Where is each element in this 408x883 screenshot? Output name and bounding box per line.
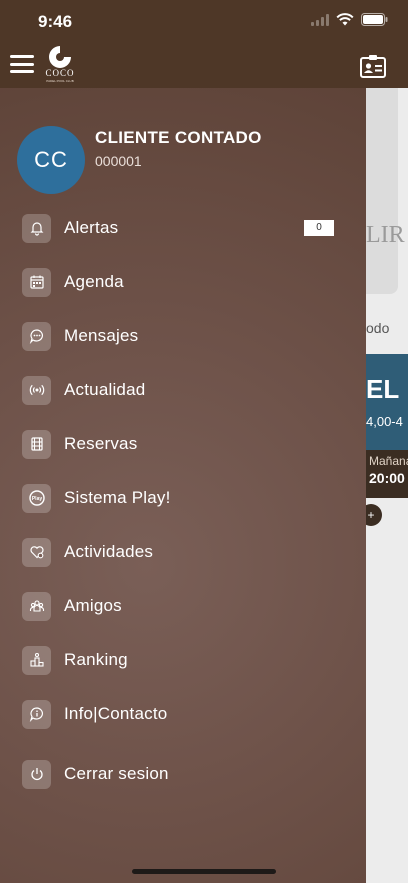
- add-player-button[interactable]: +: [366, 504, 382, 526]
- podium-icon: [22, 645, 51, 675]
- status-icons: [311, 13, 388, 26]
- chat-icon: [22, 321, 51, 351]
- power-icon: [22, 759, 51, 789]
- menu-item-label: Actividades: [64, 542, 154, 561]
- menu-item-label: Mensajes: [64, 326, 139, 345]
- group-icon: [22, 591, 51, 621]
- menu-item-sistema-play[interactable]: Play Sistema Play!: [0, 478, 366, 518]
- user-name: CLIENTE CONTADO: [95, 128, 262, 147]
- event-title: EL: [366, 374, 400, 404]
- broadcast-icon: [22, 375, 51, 405]
- background-period-text: odo: [366, 320, 390, 336]
- menu-item-actividades[interactable]: Actividades: [0, 532, 366, 572]
- menu-item-label: Amigos: [64, 596, 122, 615]
- background-event-card[interactable]: EL 4,00-4 Mañana 20:00: [366, 354, 408, 498]
- menu-item-label: Info|Contacto: [64, 704, 168, 723]
- menu-item-label: Agenda: [64, 272, 124, 291]
- menu-item-label: Reservas: [64, 434, 138, 453]
- event-footer: Mañana 20:00: [366, 450, 408, 498]
- menu-item-alertas[interactable]: Alertas 0: [0, 208, 366, 248]
- menu-item-label: Actualidad: [64, 380, 146, 399]
- menu-item-cerrar-sesion[interactable]: Cerrar sesion: [0, 754, 366, 794]
- battery-icon: [361, 13, 388, 26]
- menu-toggle-button[interactable]: [10, 55, 34, 73]
- heart-icon: [22, 537, 51, 567]
- alert-count-badge: 0: [304, 220, 334, 236]
- logo-subtext: PADEL POOL CLUB: [46, 79, 74, 83]
- info-chat-icon: [22, 699, 51, 729]
- menu-item-actualidad[interactable]: Actualidad: [0, 370, 366, 410]
- menu-item-amigos[interactable]: Amigos: [0, 586, 366, 626]
- bell-icon: [22, 213, 51, 243]
- menu-item-reservas[interactable]: Reservas: [0, 424, 366, 464]
- app-header: 9:46 COCO PADEL POOL CLUB: [0, 0, 408, 88]
- background-page[interactable]: LIR odo EL 4,00-4 Mañana 20:00 +: [366, 88, 408, 883]
- status-time: 9:46: [38, 12, 73, 31]
- user-id: 000001: [95, 153, 142, 169]
- id-card-icon[interactable]: [360, 54, 386, 83]
- film-icon: [22, 429, 51, 459]
- menu-item-label: Cerrar sesion: [64, 764, 169, 783]
- menu-item-label: Ranking: [64, 650, 128, 669]
- event-hour: 20:00: [369, 470, 405, 486]
- side-drawer: CC CLIENTE CONTADO 000001 Alertas 0 Agen…: [0, 88, 366, 883]
- menu-item-mensajes[interactable]: Mensajes: [0, 316, 366, 356]
- background-card: [366, 88, 398, 294]
- menu-item-label: Alertas: [64, 218, 119, 237]
- svg-text:Play: Play: [31, 496, 42, 502]
- calendar-icon: [22, 267, 51, 297]
- play-logo-icon: Play: [22, 483, 51, 513]
- event-time: 4,00-4: [366, 414, 403, 429]
- event-day: Mañana: [369, 454, 408, 468]
- avatar[interactable]: CC: [17, 126, 85, 194]
- background-card-text: LIR: [366, 222, 405, 248]
- logo-text: COCO: [45, 68, 75, 78]
- club-logo: COCO PADEL POOL CLUB: [40, 44, 80, 86]
- menu-item-label: Sistema Play!: [64, 488, 171, 507]
- menu-item-agenda[interactable]: Agenda: [0, 262, 366, 302]
- signal-icon: [311, 13, 329, 26]
- menu-item-ranking[interactable]: Ranking: [0, 640, 366, 680]
- home-indicator[interactable]: [132, 869, 276, 874]
- menu-item-info-contacto[interactable]: Info|Contacto: [0, 694, 366, 734]
- wifi-icon: [336, 13, 354, 26]
